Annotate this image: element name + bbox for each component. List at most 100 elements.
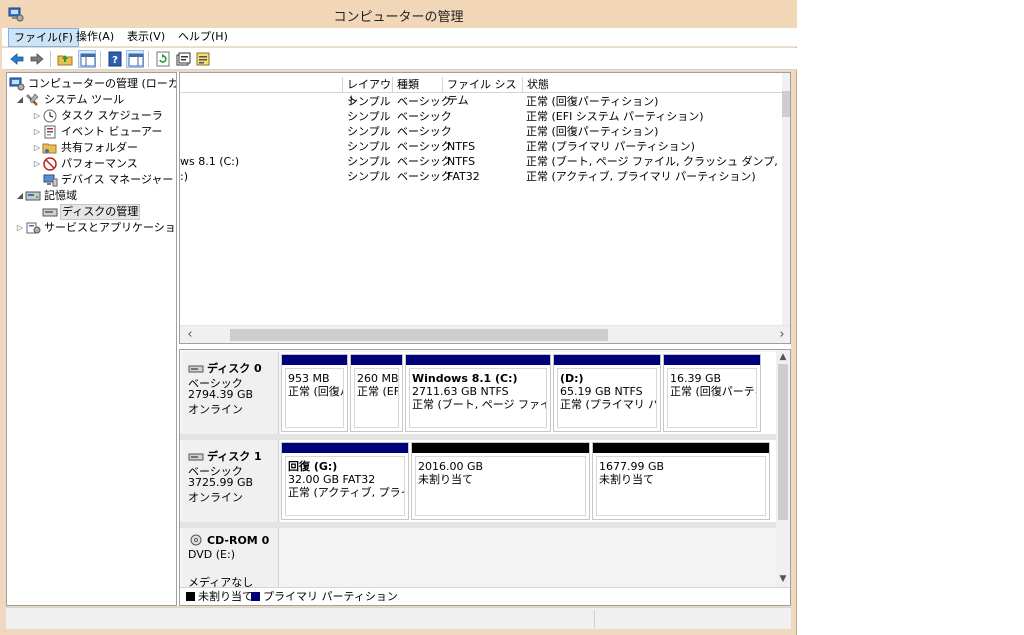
partition[interactable]: 260 MB 正常 (EF xyxy=(350,354,403,432)
partition-status: 正常 (回復パーティ xyxy=(670,385,757,398)
collapse-arrow-icon[interactable]: ◢ xyxy=(15,188,25,204)
scrollbar-thumb[interactable] xyxy=(782,91,790,117)
partition[interactable]: 16.39 GB 正常 (回復パーティ xyxy=(663,354,761,432)
expand-arrow-icon[interactable]: ▷ xyxy=(32,140,42,156)
expand-arrow-icon[interactable]: ▷ xyxy=(15,220,25,236)
scroll-right-arrow-icon[interactable]: › xyxy=(776,326,788,343)
volume-list: レイアウト 種類 ファイル システム 状態 シンプル ベーシック 正常 (回復パ… xyxy=(179,72,791,344)
tree-item-device-manager[interactable]: デバイス マネージャー xyxy=(32,172,174,188)
menu-file[interactable]: ファイル(F) xyxy=(8,28,79,47)
partition-size: 32.00 GB FAT32 xyxy=(288,473,376,486)
partition-d[interactable]: (D:) 65.19 GB NTFS 正常 (プライマリ パーテ xyxy=(553,354,661,432)
volume-row[interactable]: シンプル ベーシック 正常 (EFI システム パーティション) xyxy=(180,109,790,124)
toolbar-separator xyxy=(100,51,101,67)
partition-size: 16.39 GB xyxy=(670,372,722,385)
event-viewer-icon xyxy=(42,124,58,140)
partition-title: Windows 8.1 (C:) xyxy=(412,372,518,385)
volume-row[interactable]: シンプル ベーシック NTFS 正常 (プライマリ パーティション) xyxy=(180,139,790,154)
tree-item-shared-folders[interactable]: ▷ 共有フォルダー xyxy=(32,140,139,156)
drive-letter: DVD (E:) xyxy=(188,548,236,561)
menu-action[interactable]: 操作(A) xyxy=(71,28,119,47)
partition-status: 正常 (ブート, ページ ファイル, ク xyxy=(412,398,546,411)
tree-item-services-and-applications[interactable]: ▷ サービスとアプリケーション xyxy=(15,220,176,236)
tree-item-disk-management[interactable]: ディスクの管理 xyxy=(32,204,141,220)
expand-arrow-icon[interactable]: ▷ xyxy=(32,156,42,172)
partition-type-bar xyxy=(664,355,760,365)
console-tree: コンピューターの管理 (ローカル) ◢ システム ツール ▷ タスク スケジュー… xyxy=(6,72,177,606)
legend: 未割り当て プライマリ パーティション xyxy=(180,587,790,605)
toolbar-separator xyxy=(50,51,51,67)
refresh-icon[interactable] xyxy=(154,50,172,68)
volume-list-header: レイアウト 種類 ファイル システム 状態 xyxy=(180,77,790,107)
partition[interactable]: 953 MB 正常 (回復パ xyxy=(281,354,348,432)
tree-item-task-scheduler[interactable]: ▷ タスク スケジューラ xyxy=(32,108,164,124)
partition-status: 正常 (アクティブ, プライマリ xyxy=(288,486,404,499)
partition-status: 正常 (プライマリ パーテ xyxy=(560,398,656,411)
properties-icon[interactable] xyxy=(174,50,192,68)
legend-swatch xyxy=(251,592,260,601)
forward-icon[interactable] xyxy=(28,50,46,68)
scroll-left-arrow-icon[interactable]: ‹ xyxy=(184,326,196,343)
tree-item-storage[interactable]: ◢ 記憶域 xyxy=(15,188,78,204)
partition-windows-c[interactable]: Windows 8.1 (C:) 2711.63 GB NTFS 正常 (ブート… xyxy=(405,354,551,432)
volume-row[interactable]: シンプル ベーシック 正常 (回復パーティション) xyxy=(180,124,790,139)
partition-status: 未割り当て xyxy=(418,473,473,486)
task-scheduler-icon xyxy=(42,108,58,124)
column-header-status[interactable]: 状態 xyxy=(522,77,784,93)
partition-size: 953 MB xyxy=(288,372,330,385)
scroll-down-arrow-icon[interactable]: ▼ xyxy=(776,572,790,586)
partition-type-bar xyxy=(282,443,408,453)
partition-size: 260 MB xyxy=(357,372,399,385)
disk-1-label[interactable]: ディスク 1 ベーシック 3725.99 GB オンライン xyxy=(182,440,279,522)
back-icon[interactable] xyxy=(8,50,26,68)
legend-unallocated: 未割り当て xyxy=(186,588,253,605)
scrollbar-thumb[interactable] xyxy=(230,329,608,341)
tree-item-computer-management[interactable]: コンピューターの管理 (ローカル) xyxy=(9,76,176,92)
menu-bar: ファイル(F) 操作(A) 表示(V) ヘルプ(H) xyxy=(2,28,797,47)
disk-name: ディスク 1 xyxy=(207,450,262,463)
show-action-pane-icon[interactable] xyxy=(126,50,144,68)
cd-rom-0-label[interactable]: CD-ROM 0 DVD (E:) メディアなし xyxy=(182,528,279,589)
export-icon[interactable] xyxy=(194,50,212,68)
unallocated-space[interactable]: 1677.99 GB 未割り当て xyxy=(592,442,770,520)
system-tools-icon xyxy=(25,92,41,108)
partition-size: 2711.63 GB NTFS xyxy=(412,385,509,398)
menu-view[interactable]: 表示(V) xyxy=(122,28,170,47)
unallocated-space[interactable]: 2016.00 GB 未割り当て xyxy=(411,442,590,520)
computer-management-window: コンピューターの管理 ファイル(F) 操作(A) 表示(V) ヘルプ(H) ? xyxy=(0,0,797,635)
expand-arrow-icon[interactable]: ▷ xyxy=(32,124,42,140)
up-folder-icon[interactable] xyxy=(56,50,74,68)
volume-list-vertical-scrollbar[interactable] xyxy=(782,73,790,325)
menu-help[interactable]: ヘルプ(H) xyxy=(173,28,233,47)
column-header-type[interactable]: 種類 xyxy=(392,77,442,93)
show-console-tree-icon[interactable] xyxy=(78,50,96,68)
storage-icon xyxy=(25,188,41,204)
partition-status: 正常 (回復パ xyxy=(288,385,343,398)
main-content: コンピューターの管理 (ローカル) ◢ システム ツール ▷ タスク スケジュー… xyxy=(6,72,791,606)
scrollbar-thumb[interactable] xyxy=(778,364,788,520)
disk-size: 2794.39 GB xyxy=(188,388,254,401)
status-bar xyxy=(6,607,791,629)
partition-recovery-g[interactable]: 回復 (G:) 32.00 GB FAT32 正常 (アクティブ, プライマリ xyxy=(281,442,409,520)
toolbar-separator xyxy=(148,51,149,67)
volume-row[interactable]: :) シンプル ベーシック FAT32 正常 (アクティブ, プライマリ パーテ… xyxy=(180,169,790,184)
tree-item-performance[interactable]: ▷ パフォーマンス xyxy=(32,156,139,172)
volume-row[interactable]: シンプル ベーシック 正常 (回復パーティション) xyxy=(180,94,790,109)
expand-arrow-icon[interactable]: ▷ xyxy=(32,108,42,124)
disk-view-vertical-scrollbar[interactable]: ▲ ▼ xyxy=(776,350,790,587)
collapse-arrow-icon[interactable]: ◢ xyxy=(15,92,25,108)
partition-status: 正常 (EF xyxy=(357,385,399,398)
volume-row[interactable]: ws 8.1 (C:) シンプル ベーシック NTFS 正常 (ブート, ページ… xyxy=(180,154,790,169)
column-header-file-system[interactable]: ファイル システム xyxy=(442,77,522,107)
disk-0-label[interactable]: ディスク 0 ベーシック 2794.39 GB オンライン xyxy=(182,352,279,434)
tree-item-event-viewer[interactable]: ▷ イベント ビューアー xyxy=(32,124,163,140)
column-header-layout[interactable]: レイアウト xyxy=(342,77,392,107)
title-bar[interactable]: コンピューターの管理 xyxy=(0,0,797,28)
disk-name: ディスク 0 xyxy=(207,362,262,375)
scroll-up-arrow-icon[interactable]: ▲ xyxy=(776,350,790,364)
tree-item-system-tools[interactable]: ◢ システム ツール xyxy=(15,92,125,108)
help-icon[interactable]: ? xyxy=(106,50,124,68)
partition-type-bar xyxy=(412,443,589,453)
volume-list-horizontal-scrollbar[interactable]: ‹ › xyxy=(180,325,790,343)
partition-size: 65.19 GB NTFS xyxy=(560,385,643,398)
